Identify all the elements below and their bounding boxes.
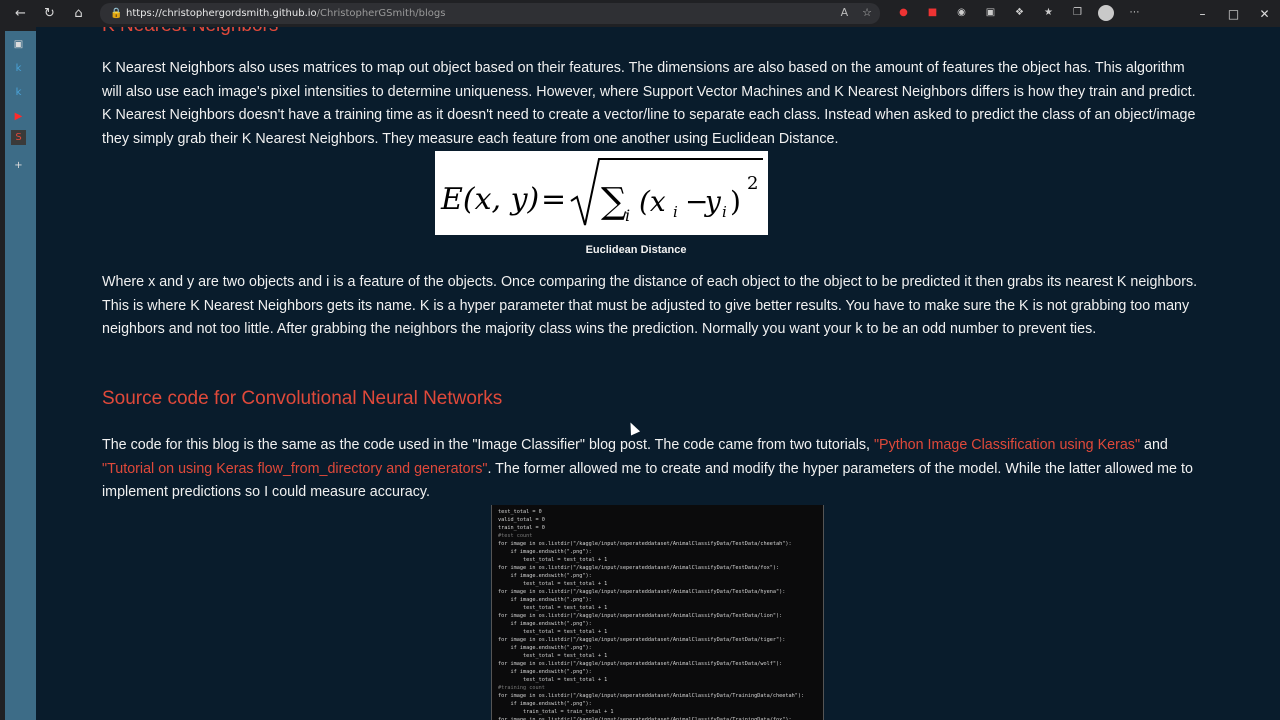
code-line: train_total = 0 — [498, 525, 545, 531]
code-line: #training count — [498, 685, 545, 691]
code-line: if image.endswith(".png"): — [498, 621, 592, 627]
code-line: train_total = train_total + 1 — [498, 709, 614, 715]
tab-youtube-icon[interactable]: ▶ — [11, 109, 26, 124]
close-icon[interactable]: ✕ — [1249, 0, 1280, 27]
extensions-puzzle-icon[interactable]: ❖ — [1011, 4, 1028, 21]
svg-text:∑: ∑ — [601, 181, 627, 222]
code-line: test_total = test_total + 1 — [498, 557, 608, 563]
code-line: test_total = test_total + 1 — [498, 581, 608, 587]
formula-caption: Euclidean Distance — [585, 244, 687, 256]
maximize-icon[interactable]: □ — [1218, 0, 1249, 27]
svg-text:i: i — [722, 203, 727, 221]
more-menu-icon[interactable]: ⋯ — [1126, 4, 1143, 21]
minimize-icon[interactable]: – — [1187, 0, 1218, 27]
svg-text:E(x, y): E(x, y) — [440, 182, 539, 217]
svg-text:i: i — [625, 206, 630, 225]
tab-active-blog-icon[interactable]: S — [11, 130, 26, 145]
browser-toolbar: ← ↻ ⌂ 🔒 https://christophergordsmith.git… — [0, 0, 1280, 27]
section-heading-knn: K Nearest Neighbors — [102, 27, 278, 37]
code-line: test_total = test_total + 1 — [498, 653, 608, 659]
code-line: #test count — [498, 533, 533, 539]
extension-light-icon[interactable]: ◉ — [953, 4, 970, 21]
source-text-a: The code for this blog is the same as th… — [102, 437, 874, 453]
paragraph-knn-details: Where x and y are two objects and i is a… — [102, 274, 1198, 337]
link-python-image-classification[interactable]: "Python Image Classification using Keras… — [874, 437, 1140, 453]
code-line: test_total = 0 — [498, 509, 542, 515]
code-line: if image.endswith(".png"): — [498, 573, 592, 579]
svg-text:2: 2 — [747, 173, 758, 194]
refresh-icon[interactable]: ↻ — [35, 0, 64, 27]
favorites-icon[interactable]: ★ — [1040, 4, 1057, 21]
tab-actions-icon[interactable]: ▣ — [11, 37, 26, 52]
code-line: for image in os.listdir("/kaggle/input/s… — [498, 541, 792, 547]
paragraph-knn-intro: K Nearest Neighbors also uses matrices t… — [102, 60, 1196, 147]
extension-box-icon[interactable]: ▣ — [982, 4, 999, 21]
source-text-b: and — [1140, 437, 1168, 453]
new-tab-icon[interactable]: + — [11, 158, 26, 173]
tab-k2-icon[interactable]: k — [11, 85, 26, 100]
section-heading-source-code: Source code for Convolutional Neural Net… — [102, 388, 503, 409]
formula-svg: E(x, y) = ∑ i (x i − y i ) 2 — [440, 158, 763, 226]
svg-text:=: = — [541, 182, 566, 217]
favorite-star-icon[interactable]: ☆ — [862, 6, 872, 19]
code-line: if image.endswith(".png"): — [498, 701, 592, 707]
tab-k-icon[interactable]: k — [11, 61, 26, 76]
url-host: https://christophergordsmith.github.io — [126, 8, 317, 19]
link-keras-flow-tutorial[interactable]: "Tutorial on using Keras flow_from_direc… — [102, 461, 488, 477]
code-line: if image.endswith(".png"): — [498, 597, 592, 603]
read-aloud-icon[interactable]: A — [841, 6, 849, 19]
code-line: if image.endswith(".png"): — [498, 645, 592, 651]
code-line: valid_total = 0 — [498, 517, 545, 523]
code-line: if image.endswith(".png"): — [498, 549, 592, 555]
paragraph-source-code: The code for this blog is the same as th… — [102, 434, 1202, 505]
address-bar[interactable]: 🔒 https://christophergordsmith.github.io… — [100, 3, 880, 24]
euclidean-distance-formula: E(x, y) = ∑ i (x i − y i ) 2 — [435, 151, 768, 235]
extension-tp-icon[interactable]: ■ — [924, 4, 941, 21]
svg-text:(x: (x — [639, 185, 666, 218]
url-path: /ChristopherGSmith/blogs — [316, 8, 446, 19]
code-line: for image in os.listdir("/kaggle/input/s… — [498, 717, 792, 720]
code-line: test_total = test_total + 1 — [498, 605, 608, 611]
page-content: K Nearest Neighbors K Nearest Neighbors … — [36, 27, 1280, 720]
code-line: test_total = test_total + 1 — [498, 677, 608, 683]
code-line: for image in os.listdir("/kaggle/input/s… — [498, 565, 780, 571]
extension-red-icon[interactable]: ● — [895, 4, 912, 21]
lock-icon: 🔒 — [110, 8, 123, 19]
back-icon[interactable]: ← — [6, 0, 35, 27]
code-line: for image in os.listdir("/kaggle/input/s… — [498, 613, 783, 619]
code-line: for image in os.listdir("/kaggle/input/s… — [498, 589, 786, 595]
code-screenshot: test_total = 0 valid_total = 0 train_total… — [491, 505, 824, 720]
code-line: for image in os.listdir("/kaggle/input/s… — [498, 637, 786, 643]
home-icon[interactable]: ⌂ — [64, 0, 93, 27]
profile-avatar[interactable] — [1098, 4, 1114, 21]
code-line: if image.endswith(".png"): — [498, 669, 592, 675]
code-line: for image in os.listdir("/kaggle/input/s… — [498, 693, 805, 699]
svg-text:): ) — [730, 185, 741, 218]
collections-icon[interactable]: ❐ — [1069, 4, 1086, 21]
svg-text:y: y — [703, 185, 722, 218]
code-line: for image in os.listdir("/kaggle/input/s… — [498, 661, 783, 667]
svg-text:i: i — [673, 203, 678, 221]
code-line: test_total = test_total + 1 — [498, 629, 608, 635]
